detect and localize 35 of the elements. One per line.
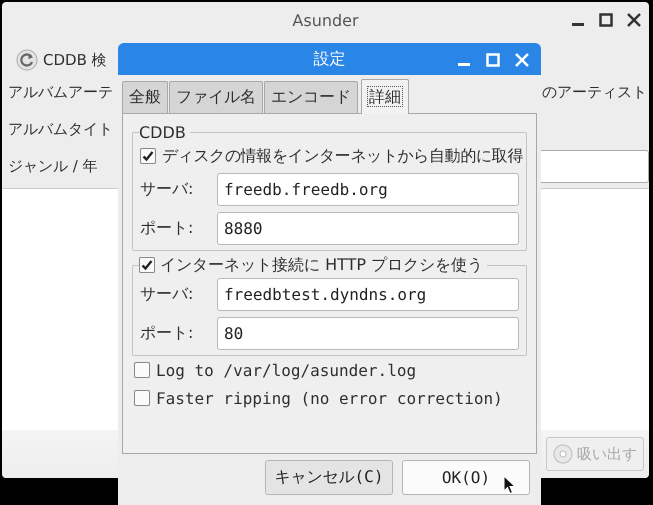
field-label: ポート: bbox=[140, 323, 194, 344]
window-title: Asunder bbox=[292, 10, 359, 30]
field-label: サーバ: bbox=[140, 179, 194, 200]
field-label: アルバムタイト bbox=[8, 120, 113, 139]
maximize-icon[interactable] bbox=[599, 13, 613, 27]
field-label: アルバムアーテ bbox=[8, 83, 113, 102]
close-icon[interactable] bbox=[627, 13, 641, 27]
refresh-icon bbox=[16, 49, 38, 71]
group-title: CDDB bbox=[139, 122, 186, 142]
checkbox-label: Faster ripping (no error correction) bbox=[156, 388, 503, 408]
input-field[interactable]: freedb.freedb.org bbox=[217, 173, 519, 206]
checkbox[interactable] bbox=[134, 362, 150, 378]
checkbox[interactable] bbox=[139, 257, 155, 273]
dialog-title: 設定 bbox=[314, 48, 346, 70]
checkbox[interactable] bbox=[134, 390, 150, 406]
checkbox-label: インターネット接続に HTTP プロクシを使う bbox=[160, 254, 484, 276]
checkbox-label: ディスクの情報をインターネットから自動的に取得 bbox=[162, 146, 524, 166]
field-label: のアーティスト bbox=[542, 83, 648, 102]
tab[interactable]: ファイル名 bbox=[169, 81, 263, 113]
checkbox[interactable] bbox=[140, 148, 156, 164]
input-field[interactable]: 8880 bbox=[217, 212, 519, 245]
cancel-button[interactable]: キャンセル(C) bbox=[265, 460, 393, 495]
mouse-pointer-icon bbox=[503, 475, 516, 495]
tab[interactable]: エンコード bbox=[264, 81, 358, 113]
cddb-lookup-button[interactable]: CDDB 検 bbox=[43, 50, 107, 70]
disc-icon bbox=[553, 444, 573, 464]
input-field[interactable]: freedbtest.dyndns.org bbox=[217, 278, 519, 311]
tab[interactable]: 詳細 bbox=[361, 79, 409, 114]
checkbox-label: Log to /var/log/asunder.log bbox=[156, 360, 416, 380]
field-label: サーバ: bbox=[140, 284, 194, 305]
field-label: ジャンル / 年 bbox=[8, 157, 98, 176]
tab[interactable]: 全般 bbox=[122, 81, 168, 113]
field-label: ポート: bbox=[140, 218, 194, 239]
ok-button[interactable]: OK(O) bbox=[402, 460, 530, 495]
input-field[interactable]: 80 bbox=[217, 317, 519, 350]
